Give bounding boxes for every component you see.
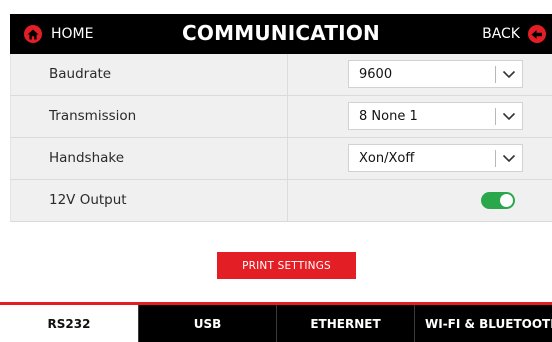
setting-row-12v-output: 12V Output <box>10 180 552 222</box>
setting-label: 12V Output <box>49 192 127 208</box>
chevron-down-icon <box>502 112 516 121</box>
tab-wifi-bluetooth[interactable]: WI-FI & BLUETOOTH <box>414 305 552 342</box>
header-bar: HOME COMMUNICATION BACK <box>10 14 552 54</box>
select-value: Xon/Xoff <box>359 151 415 166</box>
setting-label: Baudrate <box>49 66 112 82</box>
back-button[interactable]: BACK <box>482 24 546 44</box>
setting-label: Transmission <box>49 108 137 124</box>
chevron-down-icon <box>502 70 516 79</box>
select-separator <box>495 66 496 83</box>
setting-row-baudrate: Baudrate 9600 <box>10 54 552 96</box>
12v-output-toggle[interactable] <box>481 192 515 209</box>
setting-row-handshake: Handshake Xon/Xoff <box>10 138 552 180</box>
column-divider <box>287 96 288 137</box>
select-value: 9600 <box>359 67 393 82</box>
toggle-knob <box>500 194 513 207</box>
chevron-down-icon <box>502 154 516 163</box>
print-settings-button[interactable]: PRINT SETTINGS <box>217 252 356 279</box>
setting-label: Handshake <box>49 150 125 166</box>
select-separator <box>495 108 496 125</box>
tab-rs232[interactable]: RS232 <box>0 305 138 342</box>
settings-table: Baudrate 9600 Transmission 8 None 1 Hand… <box>10 54 552 222</box>
column-divider <box>287 138 288 179</box>
handshake-select[interactable]: Xon/Xoff <box>348 144 523 172</box>
column-divider <box>287 54 288 95</box>
back-arrow-icon <box>528 25 546 43</box>
baudrate-select[interactable]: 9600 <box>348 60 523 88</box>
column-divider <box>287 180 288 221</box>
back-label: BACK <box>482 26 520 42</box>
page-title: COMMUNICATION <box>182 21 380 45</box>
tab-bar: RS232 USB ETHERNET WI-FI & BLUETOOTH <box>0 305 552 342</box>
setting-row-transmission: Transmission 8 None 1 <box>10 96 552 138</box>
tab-ethernet[interactable]: ETHERNET <box>276 305 414 342</box>
select-value: 8 None 1 <box>359 109 418 124</box>
select-separator <box>495 150 496 167</box>
tab-usb[interactable]: USB <box>138 305 276 342</box>
transmission-select[interactable]: 8 None 1 <box>348 102 523 130</box>
